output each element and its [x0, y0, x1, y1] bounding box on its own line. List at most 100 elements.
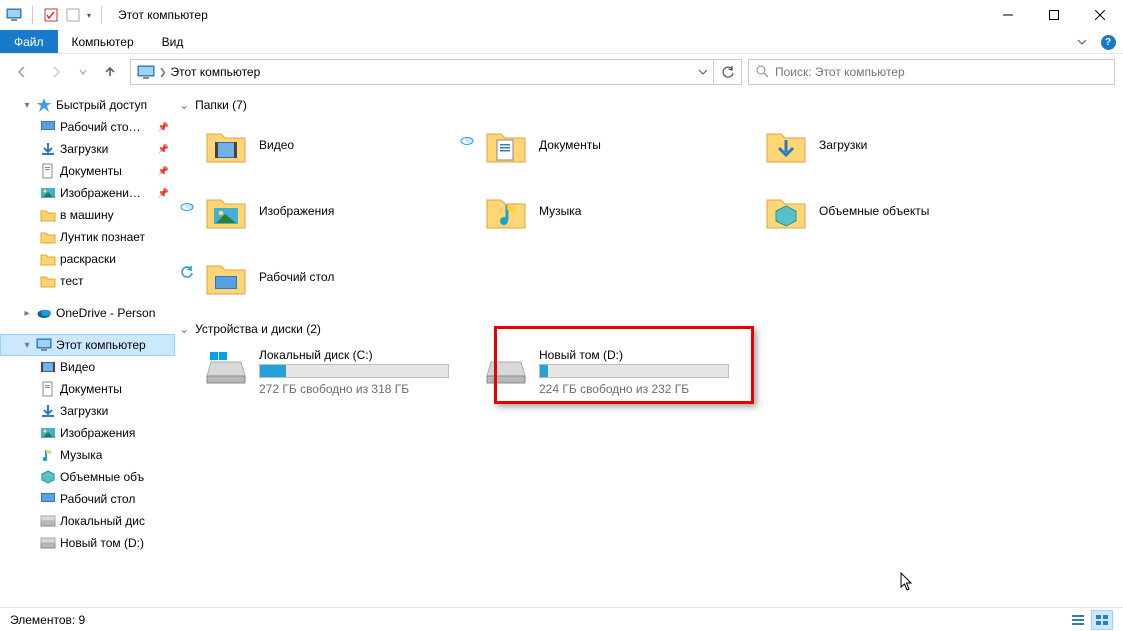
drive-icon: [40, 513, 56, 529]
sidebar-item-pictures[interactable]: Изображени… 📌: [0, 182, 175, 204]
qat-dropdown-icon[interactable]: ▾: [87, 11, 91, 20]
chevron-right-icon[interactable]: ❯: [159, 67, 167, 78]
folder-item-music[interactable]: Музыка: [485, 186, 765, 252]
sidebar-item-label: Загрузки: [60, 142, 108, 156]
folder-item-documents[interactable]: Документы: [485, 120, 765, 186]
sidebar-item-documents[interactable]: Документы 📌: [0, 160, 175, 182]
group-header-drives[interactable]: ⌄ Устройства и диски (2): [175, 318, 1123, 344]
folder-label: Рабочий стол: [259, 270, 334, 284]
sidebar-item-music[interactable]: Музыка: [0, 444, 175, 466]
sidebar-item-label: Объемные объ: [60, 470, 144, 484]
folder-icon: [40, 207, 56, 223]
sidebar-item-folder[interactable]: Лунтик познает: [0, 226, 175, 248]
sidebar-item-videos[interactable]: Видео: [0, 356, 175, 378]
drive-name: Локальный диск (C:): [259, 348, 485, 364]
nav-back-button[interactable]: [8, 58, 36, 86]
sidebar-item-label: Музыка: [60, 448, 102, 462]
ribbon-expand-button[interactable]: [1071, 30, 1093, 54]
tab-file[interactable]: Файл: [0, 30, 58, 53]
sidebar-item-folder[interactable]: раскраски: [0, 248, 175, 270]
separator: [32, 6, 33, 24]
folder-item-pictures[interactable]: Изображения: [205, 186, 485, 252]
tab-view[interactable]: Вид: [148, 30, 198, 53]
sidebar-item-label: Загрузки: [60, 404, 108, 418]
group-header-folders[interactable]: ⌄ Папки (7): [175, 94, 1123, 120]
help-button[interactable]: ?: [1097, 30, 1119, 54]
close-button[interactable]: [1077, 0, 1123, 30]
folder-item-3dobjects[interactable]: Объемные объекты: [765, 186, 1045, 252]
downloads-icon: [40, 141, 56, 157]
pictures-icon: [40, 425, 56, 441]
desktop-icon: [40, 491, 56, 507]
search-icon: [755, 64, 769, 81]
pin-icon: 📌: [158, 166, 169, 177]
sidebar-onedrive[interactable]: ▸ OneDrive - Person: [0, 302, 175, 324]
sidebar-item-folder[interactable]: тест: [0, 270, 175, 292]
address-bar[interactable]: ❯ Этот компьютер: [130, 59, 742, 85]
chevron-right-icon[interactable]: ▸: [22, 308, 32, 319]
chevron-down-icon[interactable]: ⌄: [179, 322, 189, 336]
nav-up-button[interactable]: [96, 58, 124, 86]
sidebar-item-documents[interactable]: Документы: [0, 378, 175, 400]
sidebar-item-label: раскраски: [60, 252, 116, 266]
properties-icon[interactable]: [43, 7, 59, 23]
group-title: Устройства и диски (2): [195, 322, 321, 336]
folder-item-downloads[interactable]: Загрузки: [765, 120, 1045, 186]
status-bar: Элементов: 9: [0, 607, 1123, 631]
sync-icon: [179, 198, 195, 217]
new-folder-icon[interactable]: [65, 7, 81, 23]
pictures-folder-icon: [205, 190, 247, 232]
sidebar-item-label: Этот компьютер: [56, 338, 146, 352]
search-input[interactable]: [775, 65, 1108, 79]
chevron-down-icon[interactable]: ▾: [22, 340, 32, 351]
sidebar-item-downloads[interactable]: Загрузки: [0, 400, 175, 422]
this-pc-icon: [137, 63, 155, 81]
desktop-folder-icon: [205, 256, 247, 298]
minimize-button[interactable]: [985, 0, 1031, 30]
content-pane: ⌄ Папки (7) Видео Документы Загрузки: [175, 90, 1123, 612]
status-item-count: Элементов: 9: [10, 613, 85, 627]
sidebar-item-drive-d[interactable]: Новый том (D:): [0, 532, 175, 554]
window-title: Этот компьютер: [112, 8, 208, 22]
folder-item-videos[interactable]: Видео: [205, 120, 485, 186]
sidebar-item-pictures[interactable]: Изображения: [0, 422, 175, 444]
sidebar-item-folder[interactable]: в машину: [0, 204, 175, 226]
refresh-button[interactable]: [713, 60, 741, 84]
music-icon: [40, 447, 56, 463]
sidebar-quick-access[interactable]: ▾ Быстрый доступ: [0, 94, 175, 116]
ribbon-tabs: Файл Компьютер Вид ?: [0, 30, 1123, 54]
sidebar-item-desktop[interactable]: Рабочий стол: [0, 488, 175, 510]
view-tiles-button[interactable]: [1091, 610, 1113, 630]
pin-icon: 📌: [158, 144, 169, 155]
drive-icon: [40, 535, 56, 551]
chevron-down-icon[interactable]: ⌄: [179, 98, 189, 112]
address-dropdown-button[interactable]: [693, 60, 713, 84]
breadcrumb-location[interactable]: Этот компьютер: [167, 65, 265, 79]
sidebar-item-desktop[interactable]: Рабочий сто… 📌: [0, 116, 175, 138]
tab-computer[interactable]: Компьютер: [58, 30, 148, 53]
drive-icon: [485, 348, 527, 390]
search-box[interactable]: [748, 59, 1115, 85]
nav-recent-dropdown[interactable]: [76, 58, 90, 86]
sidebar-item-label: Документы: [60, 164, 122, 178]
sidebar-this-pc[interactable]: ▾ Этот компьютер: [0, 334, 175, 356]
folder-icon: [40, 229, 56, 245]
view-details-button[interactable]: [1067, 610, 1089, 630]
nav-forward-button[interactable]: [42, 58, 70, 86]
chevron-down-icon[interactable]: ▾: [22, 100, 32, 111]
sidebar-item-downloads[interactable]: Загрузки 📌: [0, 138, 175, 160]
drive-item-c[interactable]: Локальный диск (C:) 272 ГБ свободно из 3…: [205, 344, 485, 400]
maximize-button[interactable]: [1031, 0, 1077, 30]
drive-item-d[interactable]: Новый том (D:) 224 ГБ свободно из 232 ГБ: [485, 344, 765, 400]
sidebar-item-label: OneDrive - Person: [56, 306, 155, 320]
navigation-bar: ❯ Этот компьютер: [0, 54, 1123, 90]
sidebar-item-localdisk[interactable]: Локальный дис: [0, 510, 175, 532]
folder-item-desktop[interactable]: Рабочий стол: [205, 252, 485, 318]
drive-name: Новый том (D:): [539, 348, 765, 364]
this-pc-icon: [6, 7, 22, 23]
videos-icon: [40, 359, 56, 375]
downloads-icon: [40, 403, 56, 419]
sidebar-item-3dobjects[interactable]: Объемные объ: [0, 466, 175, 488]
sync-icon: [459, 132, 475, 151]
sidebar-item-label: Рабочий стол: [60, 492, 135, 506]
